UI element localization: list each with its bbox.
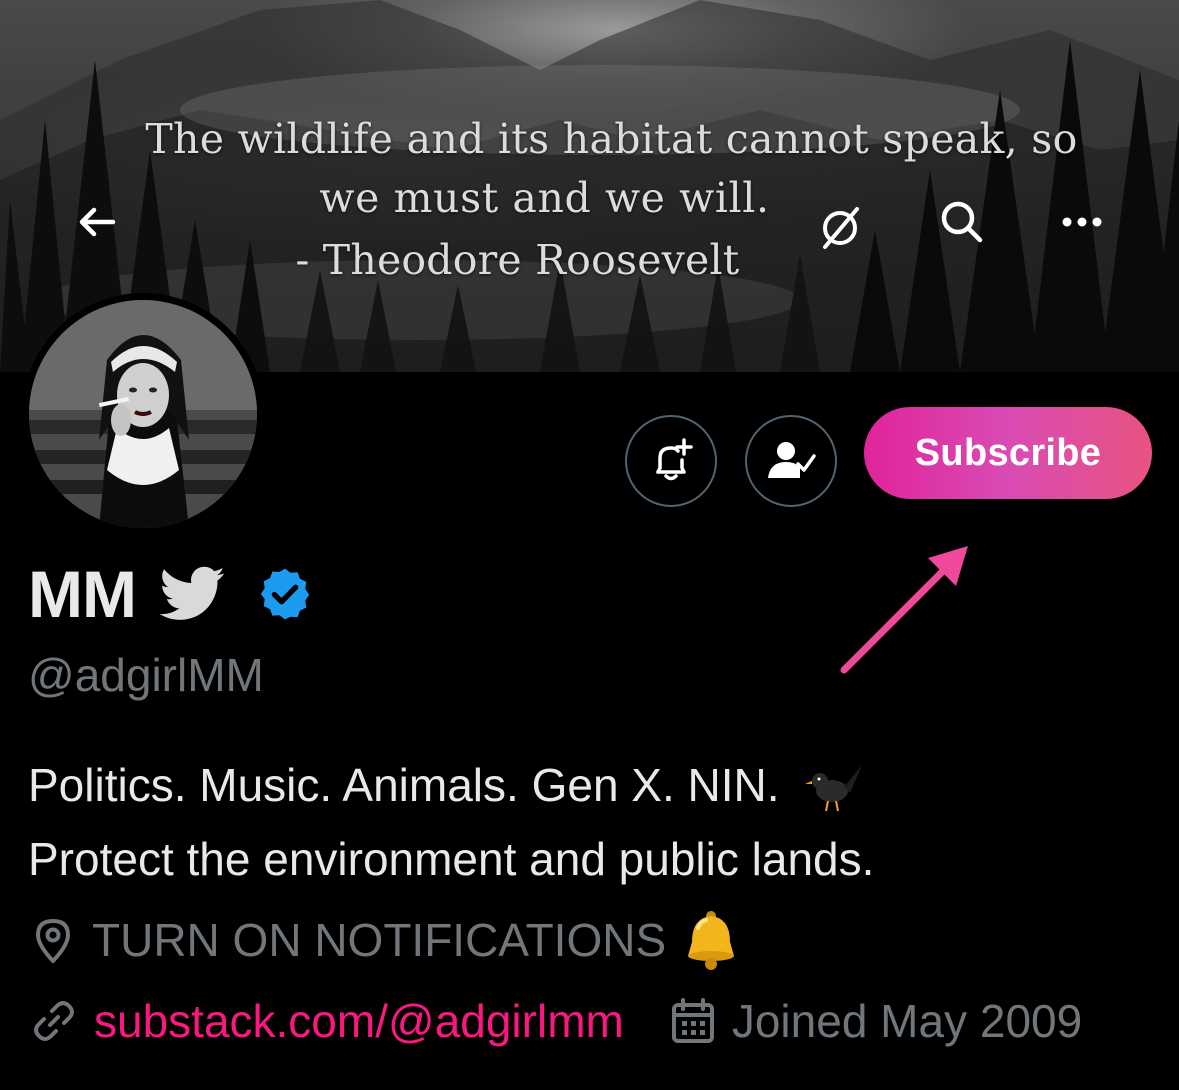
verified-badge-icon[interactable] (256, 565, 314, 623)
avatar-image (29, 300, 257, 528)
link-icon (30, 997, 78, 1045)
back-button[interactable] (65, 190, 129, 254)
pointer-arrow (840, 546, 968, 674)
website-link[interactable]: substack.com/@adgirlmm (94, 994, 624, 1048)
grok-button[interactable] (808, 196, 872, 260)
notifications-button[interactable] (625, 415, 717, 507)
search-icon (941, 201, 983, 243)
subscribe-button[interactable]: Subscribe (864, 407, 1152, 499)
avatar[interactable] (29, 300, 257, 528)
bio-text-1: Politics. Music. Animals. Gen X. NIN. (28, 759, 780, 811)
location-pin-icon (30, 915, 76, 965)
bio-line-2: Protect the environment and public lands… (28, 833, 875, 885)
username-handle: @adgirlMM (28, 649, 264, 701)
more-horizontal-icon (1062, 217, 1102, 227)
arrow-left-icon (79, 207, 116, 237)
slash-circle-icon (823, 207, 859, 249)
following-button[interactable] (745, 415, 837, 507)
bell-emoji-icon (688, 911, 735, 970)
bio-line-1: Politics. Music. Animals. Gen X. NIN. (28, 748, 1148, 822)
person-check-icon (768, 442, 816, 478)
joined-date: Joined May 2009 (731, 995, 1083, 1047)
bell-plus-icon (656, 438, 693, 481)
banner-quote-line-1: The wildlife and its habitat cannot spea… (145, 115, 1078, 163)
profile-bio: Politics. Music. Animals. Gen X. NIN. Pr… (28, 748, 1148, 896)
links-row: substack.com/@adgirlmm Joined May 2009 (30, 994, 1082, 1048)
display-name: MM (28, 557, 137, 631)
avatar-ring[interactable] (22, 293, 264, 535)
location-text: TURN ON NOTIFICATIONS (92, 914, 667, 966)
search-button[interactable] (930, 190, 994, 254)
profile-name-row: MM (28, 556, 314, 632)
blackbird-emoji-icon (805, 764, 863, 812)
calendar-icon (670, 997, 716, 1045)
more-button[interactable] (1050, 190, 1114, 254)
location-row: TURN ON NOTIFICATIONS (30, 908, 744, 972)
twitter-bird-icon (159, 566, 225, 620)
